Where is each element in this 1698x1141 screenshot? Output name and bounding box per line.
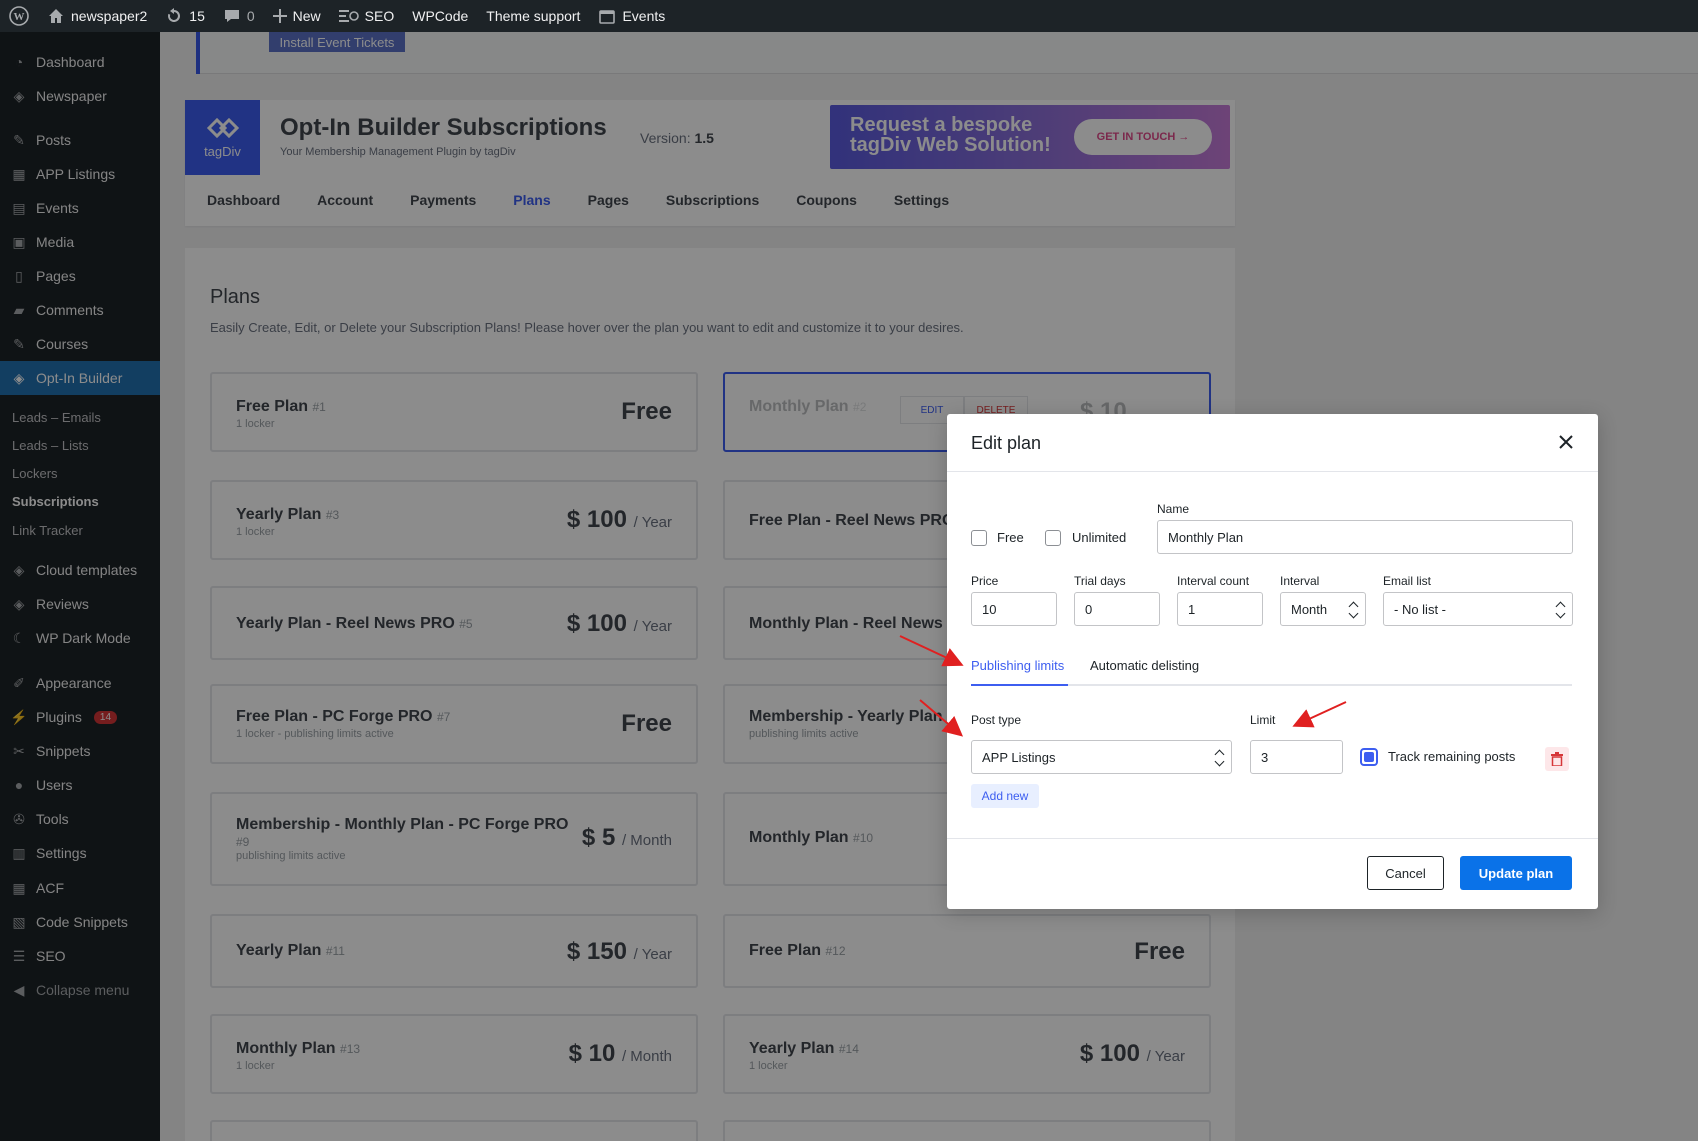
seo-link[interactable]: SEO [330, 0, 404, 32]
track-remaining-posts-label: Track remaining posts [1388, 749, 1516, 764]
admin-bar: W newspaper2 15 0 New SEO WPCode Theme s… [0, 0, 1698, 32]
add-new-limit-button[interactable]: Add new [971, 784, 1039, 808]
unlimited-label: Unlimited [1072, 530, 1127, 545]
close-icon [1559, 435, 1573, 449]
price-input[interactable]: 10 [971, 592, 1057, 626]
wordpress-icon: W [9, 6, 29, 26]
wordpress-logo-button[interactable]: W [0, 0, 38, 32]
name-label: Name [1157, 502, 1190, 516]
interval-label: Interval [1280, 574, 1320, 588]
modal-header: Edit plan [947, 414, 1598, 472]
cancel-button[interactable]: Cancel [1367, 856, 1444, 890]
interval-select[interactable]: Month [1280, 592, 1366, 626]
trial-days-input[interactable]: 0 [1074, 592, 1160, 626]
close-button[interactable] [1554, 430, 1578, 454]
name-input[interactable]: Monthly Plan [1157, 520, 1573, 554]
calendar-icon [599, 10, 616, 24]
unlimited-checkbox[interactable] [1045, 530, 1061, 546]
theme-support-link[interactable]: Theme support [477, 0, 589, 32]
new-content-link[interactable]: New [264, 0, 330, 32]
free-checkbox[interactable] [971, 530, 987, 546]
updates-link[interactable]: 15 [156, 0, 214, 32]
seo-icon [338, 10, 359, 22]
tab-automatic-delisting[interactable]: Automatic delisting [1090, 658, 1199, 686]
trial-days-label: Trial days [1074, 574, 1126, 588]
events-link[interactable]: Events [589, 0, 674, 32]
post-type-select[interactable]: APP Listings [971, 740, 1232, 774]
post-type-label: Post type [971, 713, 1022, 727]
plus-icon [272, 9, 287, 23]
tab-publishing-limits[interactable]: Publishing limits [971, 658, 1068, 686]
delete-limit-button[interactable] [1545, 747, 1569, 771]
modal-footer-divider [947, 838, 1598, 839]
update-plan-button[interactable]: Update plan [1460, 856, 1572, 890]
free-label: Free [997, 530, 1024, 545]
limit-label: Limit [1250, 713, 1276, 727]
modal-title: Edit plan [971, 433, 1042, 453]
wpcode-link[interactable]: WPCode [403, 0, 477, 32]
email-list-select[interactable]: - No list - [1383, 592, 1573, 626]
refresh-icon [168, 8, 181, 22]
interval-count-label: Interval count [1177, 574, 1250, 588]
email-list-label: Email list [1383, 574, 1432, 588]
modal-tabs: Publishing limits Automatic delisting [971, 658, 1572, 686]
limit-input[interactable]: 3 [1250, 740, 1343, 774]
home-icon [49, 9, 63, 23]
interval-count-input[interactable]: 1 [1177, 592, 1263, 626]
price-label: Price [971, 574, 999, 588]
comment-icon [224, 10, 239, 22]
site-name-link[interactable]: newspaper2 [38, 0, 156, 32]
track-remaining-posts-checkbox[interactable] [1360, 748, 1378, 766]
svg-text:W: W [14, 11, 25, 23]
comments-link[interactable]: 0 [214, 0, 264, 32]
edit-plan-modal: Edit plan Free Unlimited Name Monthly Pl… [947, 414, 1598, 909]
trash-icon [1551, 752, 1563, 766]
